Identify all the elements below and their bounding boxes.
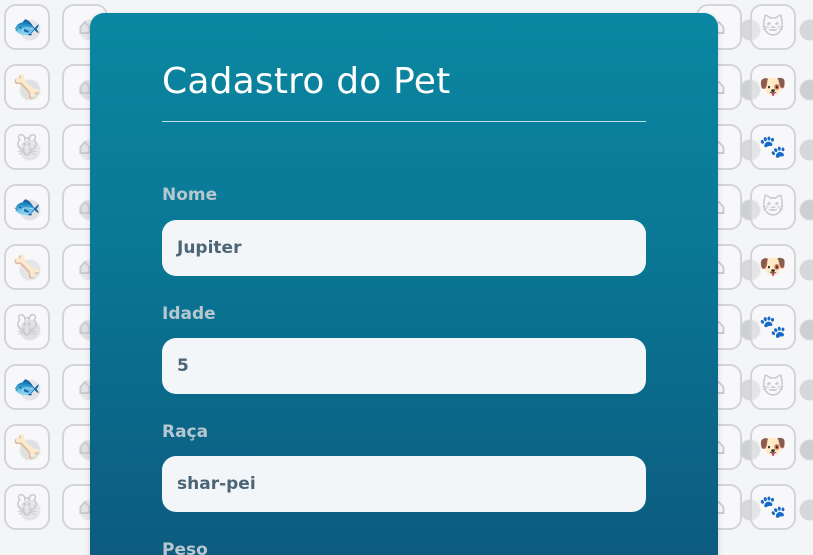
raca-input-value: shar-pei [177,474,256,494]
idade-input[interactable]: 5 [162,338,646,394]
nome-input[interactable]: Jupiter [162,220,646,276]
form-title: Cadastro do Pet [162,61,451,102]
fish-icon: 🐟 [4,364,50,410]
pet-registration-card: Cadastro do Pet Nome Jupiter Idade 5 Raç… [90,13,718,555]
fish-icon: 🐟 [4,4,50,50]
bone-icon: 🦴 [4,64,50,110]
mouse-icon: 🐭 [4,304,50,350]
dog-icon: 🐶 [750,64,796,110]
paw-icon: 🐾 [750,304,796,350]
paw-icon: 🐾 [750,124,796,170]
idade-input-value: 5 [177,356,189,376]
raca-label: Raça [162,422,209,442]
cat-icon: 🐱 [750,364,796,410]
cat-icon: 🐱 [750,4,796,50]
nome-label: Nome [162,185,218,205]
peso-label: Peso [162,540,208,555]
title-divider [162,121,646,122]
fish-icon: 🐟 [4,184,50,230]
mouse-icon: 🐭 [4,484,50,530]
idade-label: Idade [162,304,216,324]
nome-input-value: Jupiter [177,238,242,258]
cat-icon: 🐱 [750,184,796,230]
mouse-icon: 🐭 [4,124,50,170]
paw-icon: 🐾 [750,484,796,530]
dog-icon: 🐶 [750,244,796,290]
dog-icon: 🐶 [750,424,796,470]
raca-input[interactable]: shar-pei [162,456,646,512]
bone-icon: 🦴 [4,244,50,290]
bone-icon: 🦴 [4,424,50,470]
